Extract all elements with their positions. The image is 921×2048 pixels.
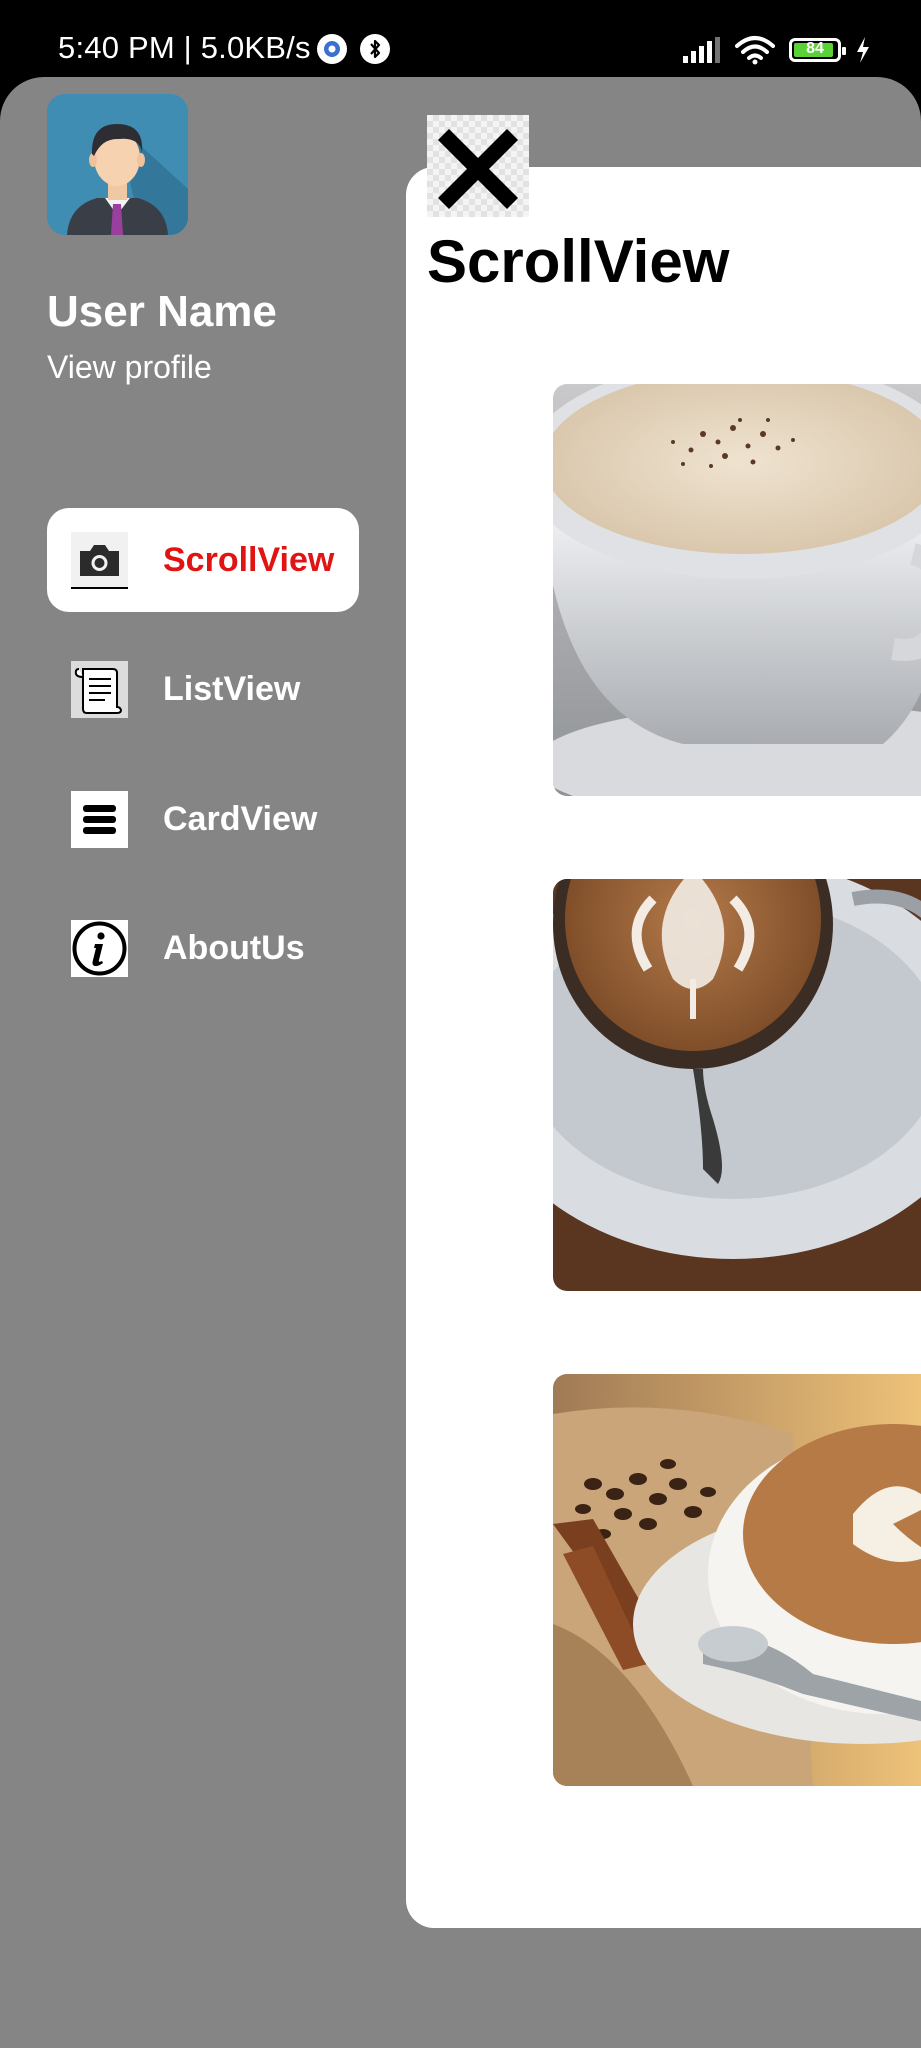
- status-time-speed: 5:40 PM | 5.0KB/s: [58, 30, 311, 65]
- coffee-beans-latte-photo: [553, 1374, 921, 1786]
- menu-item-listview[interactable]: ListView: [47, 637, 359, 741]
- latte-art-photo: [553, 879, 921, 1291]
- battery-level: 84: [806, 40, 824, 57]
- user-name: User Name: [47, 287, 277, 336]
- bluetooth-icon: [360, 34, 390, 64]
- cappuccino-cup-photo: [553, 384, 921, 796]
- avatar[interactable]: [47, 94, 188, 235]
- battery-icon: 84: [789, 38, 846, 62]
- menu-icon: [71, 791, 128, 848]
- settings-icon: [317, 34, 347, 64]
- close-icon: [438, 129, 518, 209]
- charging-icon: [857, 37, 869, 63]
- close-button[interactable]: [427, 115, 529, 217]
- menu-label-aboutus: AboutUs: [163, 928, 305, 967]
- menu-label-cardview: CardView: [163, 799, 318, 838]
- status-right-icons: 84: [683, 30, 871, 70]
- businessman-avatar-icon: [47, 94, 188, 235]
- wifi-icon: [735, 36, 775, 65]
- page-title: ScrollView: [427, 228, 730, 295]
- scroll-icon: [71, 661, 128, 718]
- menu-label-scrollview: ScrollView: [163, 540, 335, 579]
- navigation-drawer-screen: User Name View profile ScrollView ListVi…: [0, 77, 921, 2048]
- menu-item-cardview[interactable]: CardView: [47, 767, 359, 871]
- camera-icon: [71, 532, 128, 589]
- view-profile-link[interactable]: View profile: [47, 349, 212, 386]
- signal-icon: [683, 37, 720, 63]
- menu-item-scrollview[interactable]: ScrollView: [47, 508, 359, 612]
- menu-item-aboutus[interactable]: AboutUs: [47, 896, 359, 1000]
- menu-label-listview: ListView: [163, 669, 301, 708]
- info-icon: [71, 920, 128, 977]
